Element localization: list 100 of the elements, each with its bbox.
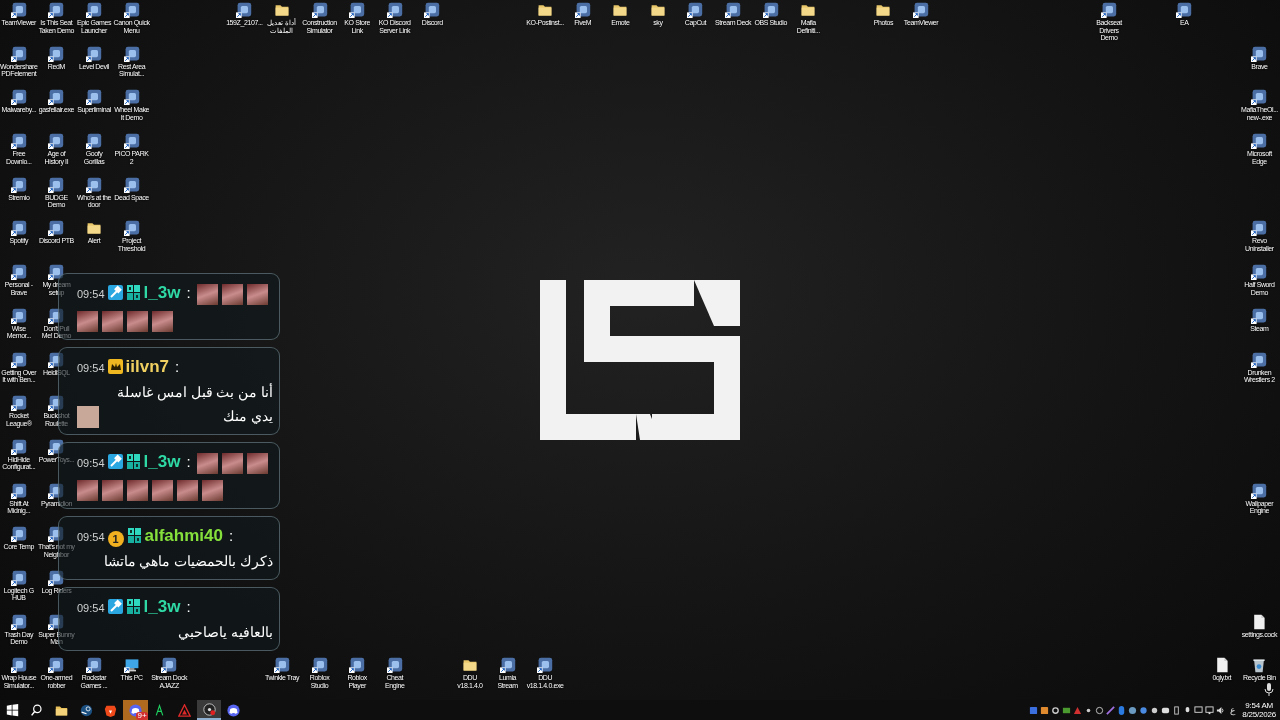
- moderator-hammer-icon: [107, 598, 123, 614]
- windows-logo-icon: [5, 703, 19, 717]
- app-shortcut-icon: [123, 89, 140, 106]
- subscriber-badge-icon: [125, 598, 141, 614]
- emote-image: [196, 452, 218, 474]
- message-separator: :: [228, 526, 234, 544]
- taskbar-button[interactable]: 9+: [122, 700, 148, 720]
- taskbar-button[interactable]: [196, 700, 222, 720]
- app-shortcut-icon: [123, 176, 140, 193]
- app-shortcut-icon: [48, 2, 65, 18]
- subscriber-badge-icon: [126, 527, 142, 543]
- emote-image: [127, 479, 148, 501]
- app-shortcut-icon: [48, 133, 65, 150]
- folder-icon: [461, 657, 478, 674]
- chat-username[interactable]: iilvn7: [125, 356, 169, 376]
- app-shortcut-icon: [10, 307, 27, 324]
- app-shortcut-icon: [499, 657, 516, 674]
- folder-icon: [86, 220, 102, 237]
- chat-username[interactable]: alfahmi40: [144, 525, 223, 545]
- chat-username[interactable]: l_3w: [143, 596, 181, 616]
- app-shortcut-icon: [86, 176, 102, 193]
- message-separator: :: [186, 597, 191, 615]
- app-shortcut-icon: [386, 657, 403, 674]
- app-shortcut-icon: [913, 2, 930, 18]
- subscriber-badge-icon: [125, 285, 141, 300]
- emote-image: [102, 479, 123, 501]
- computer-icon: [123, 657, 140, 674]
- app-shortcut-icon: [762, 2, 779, 18]
- message-time: 09:54: [77, 530, 105, 543]
- app-shortcut-icon: [48, 264, 65, 281]
- app-shortcut-icon: [236, 2, 253, 18]
- recording-icon: [202, 702, 216, 716]
- app-shortcut-icon: [10, 482, 27, 499]
- app-shortcut-icon: [725, 2, 742, 18]
- app-shortcut-icon: [48, 89, 65, 106]
- app-icon[interactable]: [1139, 705, 1149, 715]
- app-shortcut-icon: [10, 2, 27, 18]
- app-shortcut-icon: [10, 657, 27, 674]
- app-shortcut-icon: [10, 220, 27, 237]
- folder-icon: [800, 2, 817, 18]
- message-text: ذكرك بالحمضيات ماهي ماتشا: [102, 552, 273, 572]
- app-shortcut-icon: [386, 2, 403, 18]
- folder-icon: [649, 2, 666, 18]
- app-shortcut-icon: [86, 2, 102, 18]
- app-shortcut-icon: [10, 438, 27, 455]
- notification-badge: 9+: [136, 712, 148, 720]
- recycle-bin-icon: [1251, 657, 1268, 674]
- app-shortcut-icon: [10, 176, 27, 193]
- app-shortcut-icon: [86, 45, 102, 62]
- app-shortcut-icon: [574, 2, 591, 18]
- display-icon[interactable]: [1194, 705, 1204, 715]
- folder-icon: [612, 2, 629, 18]
- app-shortcut-icon: [1251, 264, 1268, 281]
- app-shortcut-icon: [48, 307, 65, 324]
- app-shortcut-icon: [273, 657, 290, 674]
- app-shortcut-icon: [48, 45, 65, 62]
- search-icon: [30, 703, 44, 717]
- folder-icon: [273, 2, 290, 18]
- clock[interactable]: 9:54 AM 8/25/2026: [1240, 701, 1278, 719]
- app-shortcut-icon: [123, 220, 140, 237]
- app-shortcut-icon: [1251, 45, 1268, 62]
- app-shortcut-icon: [48, 657, 65, 674]
- emote-image: [102, 310, 123, 332]
- emote-image: [77, 479, 98, 501]
- app-shortcut-icon: [687, 2, 704, 18]
- message-time: 09:54: [77, 456, 105, 469]
- folder-icon: [537, 2, 554, 18]
- circle-icon[interactable]: [1095, 705, 1105, 715]
- emote-image: [152, 310, 173, 332]
- message-text: بالعافيه ياصاحبي: [177, 623, 273, 642]
- warning-icon[interactable]: [1073, 705, 1083, 715]
- app-shortcut-icon: [48, 220, 65, 237]
- language-indicator[interactable]: ع: [1230, 705, 1236, 715]
- app-shortcut-icon: [537, 657, 554, 674]
- crown-badge-icon: [107, 358, 123, 374]
- volume-icon[interactable]: [1216, 705, 1226, 715]
- emote-image: [221, 452, 243, 474]
- chat-username[interactable]: l_3w: [143, 451, 181, 471]
- app-shortcut-icon: [86, 133, 102, 150]
- app-shortcut-icon: [48, 395, 65, 412]
- app-shortcut-icon: [123, 133, 140, 150]
- folder-icon: [55, 703, 68, 717]
- emote-image: [246, 452, 268, 474]
- message-separator: :: [175, 357, 180, 375]
- gift-badge: 1: [107, 530, 124, 547]
- app-shortcut-icon: [311, 2, 328, 18]
- app-shortcut-icon: [48, 438, 65, 455]
- app-shortcut-icon: [123, 2, 140, 18]
- app-shortcut-icon: [86, 657, 102, 674]
- app-shortcut-icon: [10, 526, 27, 543]
- app-shortcut-icon: [349, 2, 366, 18]
- subscriber-badge-icon: [125, 453, 141, 469]
- app-icon[interactable]: [1062, 705, 1072, 715]
- app-shortcut-icon: [10, 351, 27, 368]
- app-shortcut-icon: [86, 89, 102, 106]
- chat-username[interactable]: l_3w: [143, 283, 181, 302]
- app-shortcut-icon: [48, 482, 65, 499]
- message-text: أنا من بث قبل امس غاسلة يدي منك: [116, 382, 273, 426]
- app-shortcut-icon: [48, 351, 65, 368]
- moderator-hammer-icon: [107, 285, 123, 300]
